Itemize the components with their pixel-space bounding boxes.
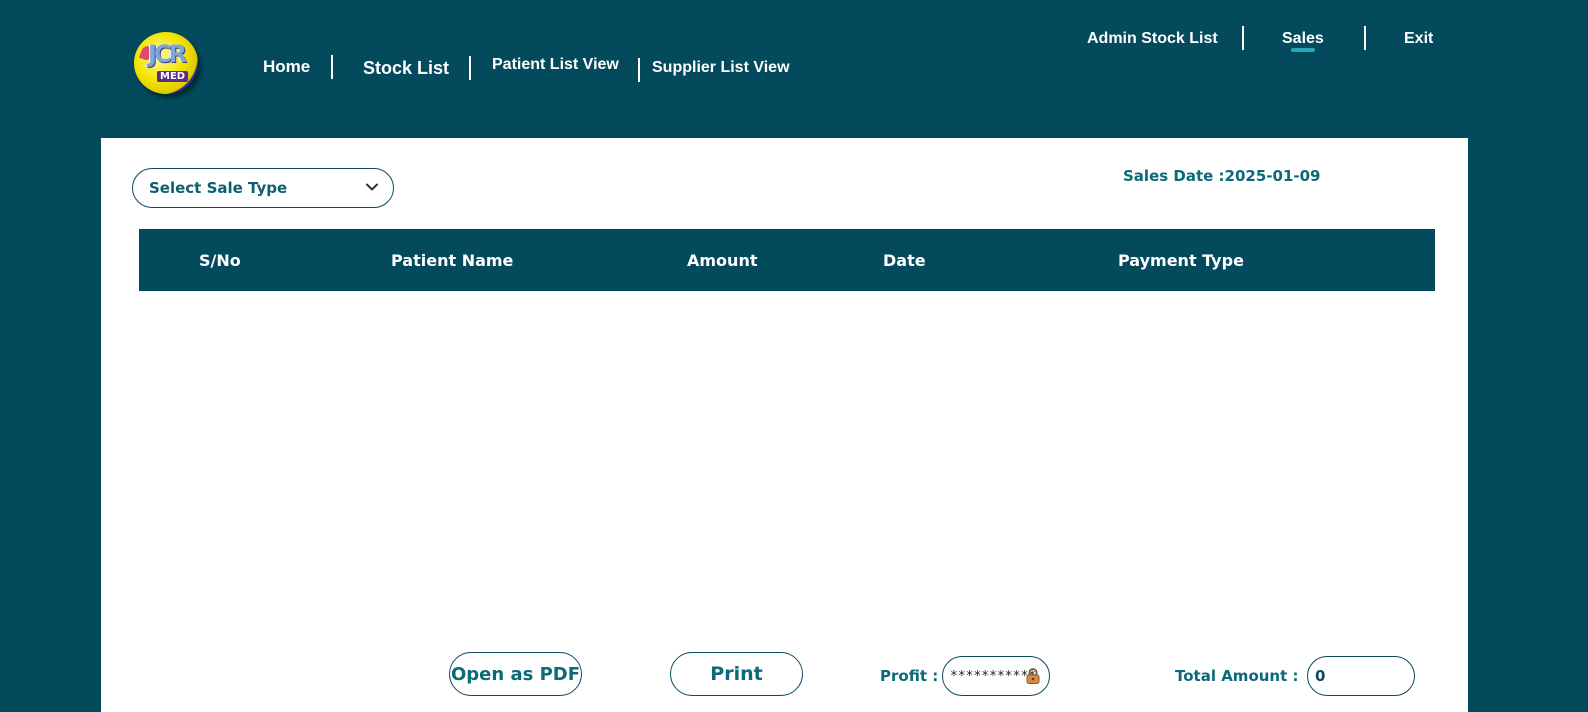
profit-field[interactable]: ***********: [942, 656, 1050, 696]
chevron-down-icon: [366, 183, 378, 191]
nav-sales[interactable]: Sales: [1282, 30, 1324, 48]
total-amount-value: 0: [1315, 667, 1326, 685]
column-header-date[interactable]: Date: [883, 251, 926, 270]
sale-type-selected-value: Select Sale Type: [149, 179, 288, 197]
nav-separator: [469, 56, 471, 80]
profit-label: Profit :: [880, 667, 939, 685]
column-header-amount[interactable]: Amount: [687, 251, 757, 270]
profit-value: ***********: [950, 668, 1037, 684]
sales-date: Sales Date :2025-01-09: [1123, 167, 1320, 185]
column-header-patient-name[interactable]: Patient Name: [391, 251, 513, 270]
print-button[interactable]: Print: [670, 652, 803, 696]
sales-panel: Select Sale Type Sales Date :2025-01-09 …: [101, 138, 1468, 712]
active-nav-indicator: [1291, 48, 1315, 52]
total-amount-label: Total Amount :: [1175, 667, 1299, 685]
table-header: S/No Patient Name Amount Date Payment Ty…: [139, 229, 1435, 291]
total-amount-field: 0: [1307, 656, 1415, 696]
nav-separator: [638, 58, 640, 82]
logo-subtext: MED: [157, 71, 189, 82]
column-header-sno[interactable]: S/No: [199, 251, 241, 270]
nav-supplier-list-view[interactable]: Supplier List View: [652, 59, 790, 77]
nav-separator: [331, 55, 333, 79]
logo-text: JCR: [148, 40, 187, 68]
app-logo: JCR MED: [134, 32, 198, 94]
nav-stock-list[interactable]: Stock List: [363, 58, 449, 79]
nav-admin-stock-list[interactable]: Admin Stock List: [1087, 30, 1218, 48]
nav-separator: [1364, 26, 1366, 50]
open-as-pdf-button[interactable]: Open as PDF: [449, 652, 582, 696]
lock-icon[interactable]: [1026, 668, 1040, 684]
table-body: [139, 291, 1435, 631]
nav-home[interactable]: Home: [263, 57, 310, 77]
sale-type-select[interactable]: Select Sale Type: [132, 168, 394, 208]
nav-exit[interactable]: Exit: [1404, 30, 1433, 48]
sales-date-value: 2025-01-09: [1224, 167, 1321, 185]
nav-separator: [1242, 26, 1244, 50]
sales-date-label: Sales Date :: [1123, 167, 1225, 185]
column-header-payment-type[interactable]: Payment Type: [1118, 251, 1244, 270]
nav-patient-list-view[interactable]: Patient List View: [492, 56, 619, 74]
